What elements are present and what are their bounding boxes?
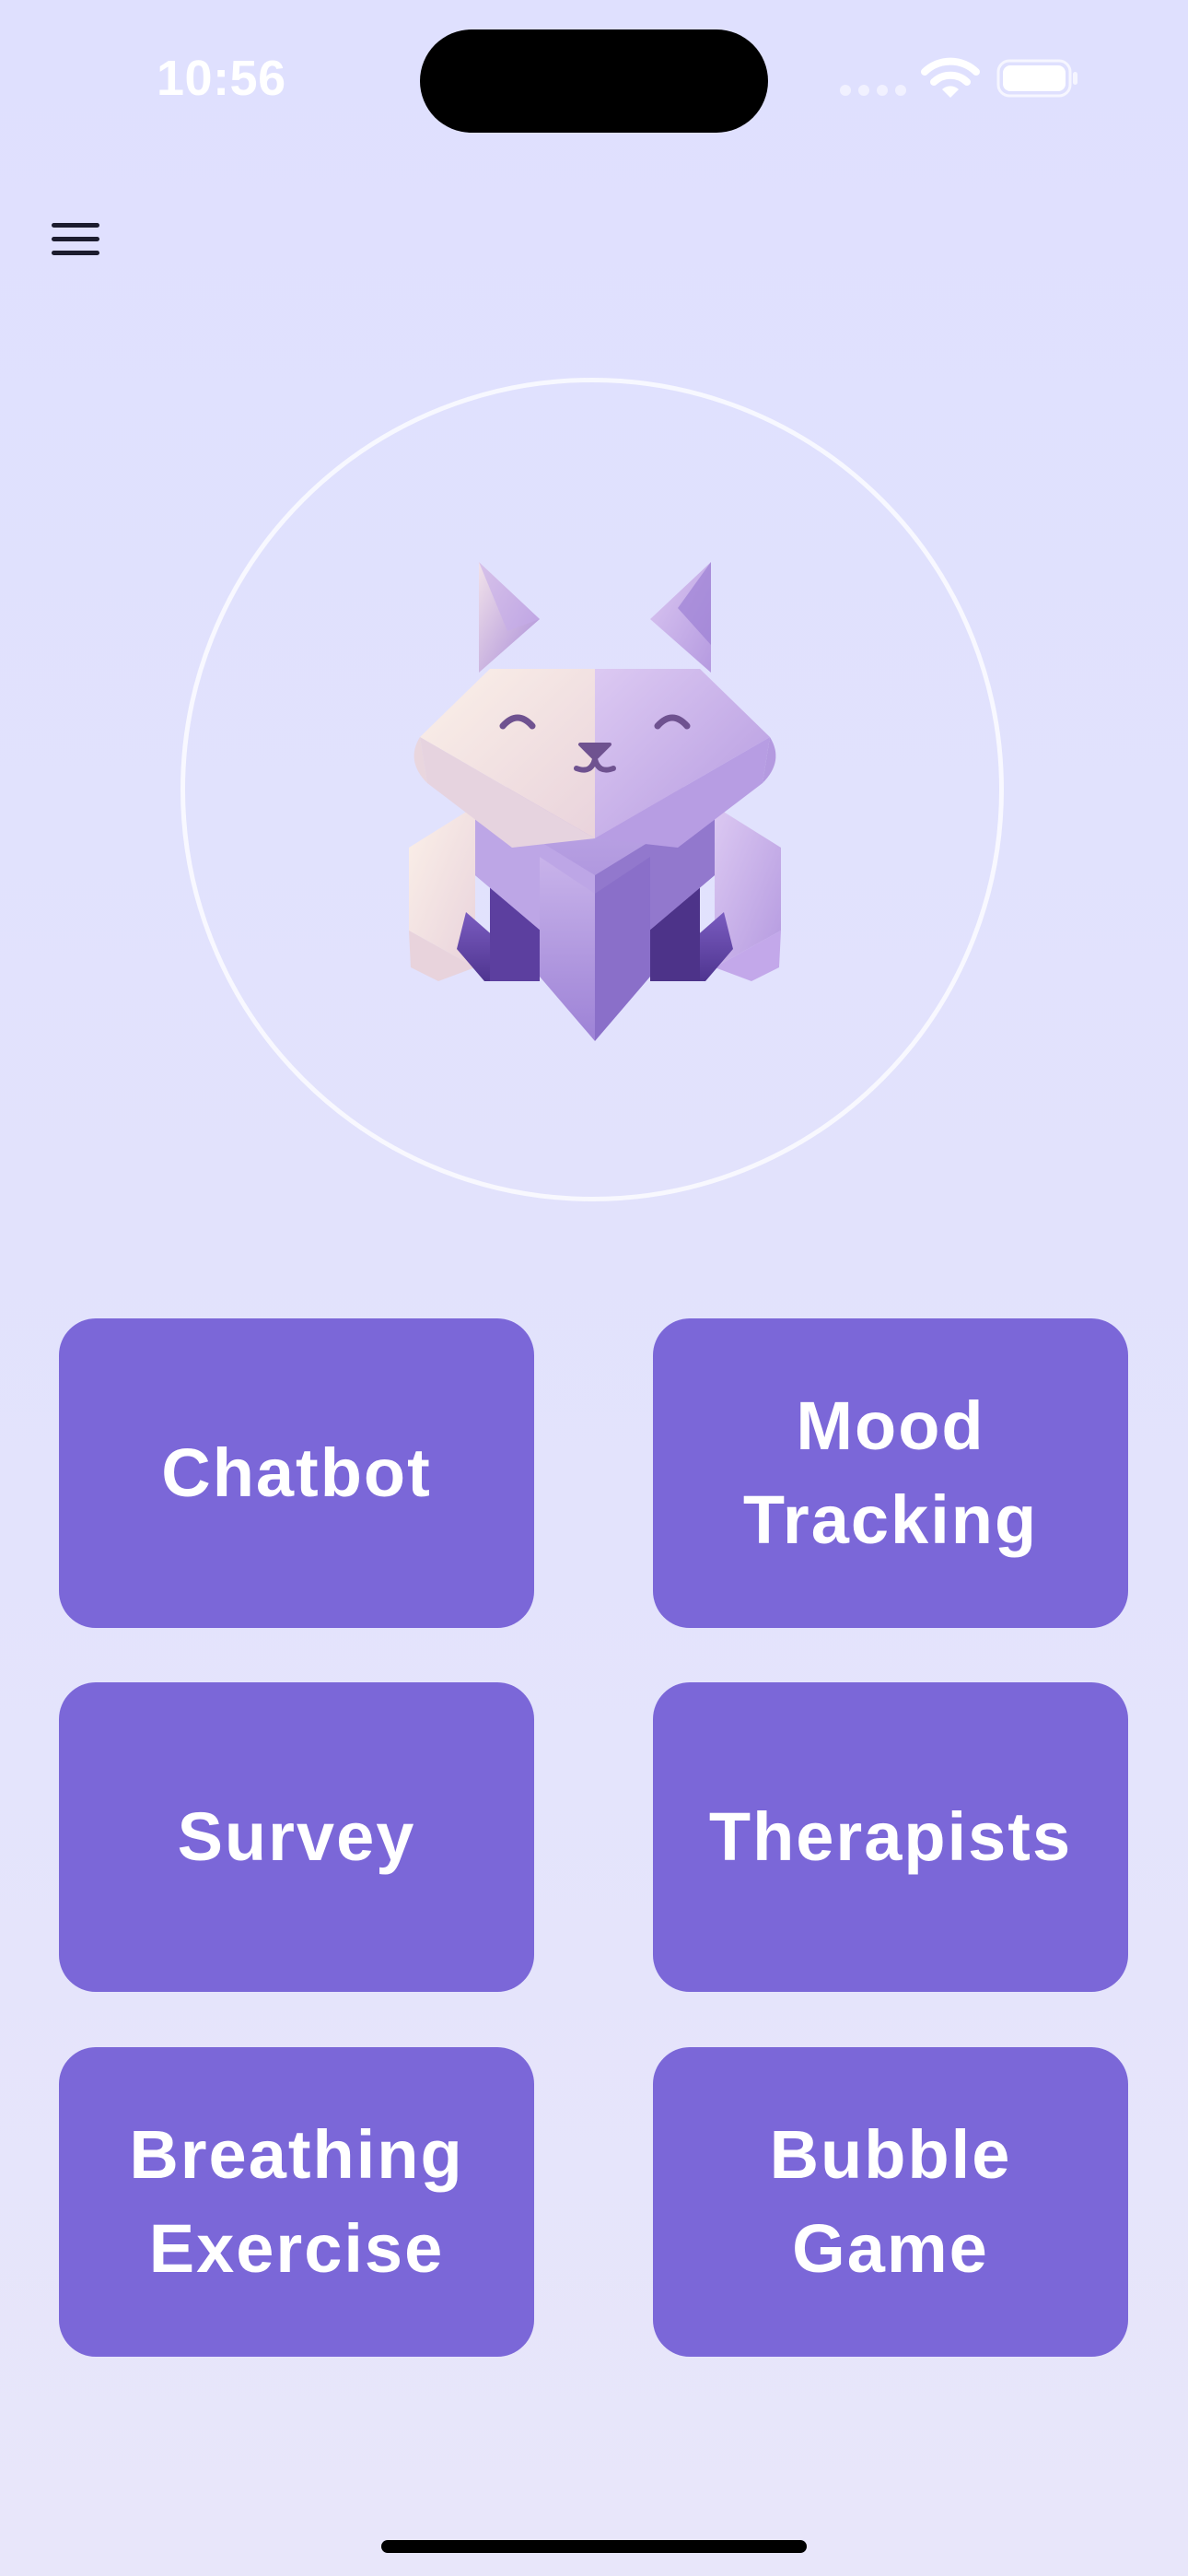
bubble-game-label: Bubble Game [769, 2116, 1012, 2287]
mood-tracking-label: Mood Tracking [742, 1388, 1039, 1558]
chatbot-button[interactable]: Chatbot [59, 1318, 534, 1628]
bubble-game-button[interactable]: Bubble Game [653, 2047, 1128, 2357]
breathing-exercise-label: Breathing Exercise [129, 2116, 464, 2287]
hamburger-menu-icon[interactable] [46, 214, 109, 265]
wifi-icon [921, 57, 980, 98]
survey-label: Survey [177, 1798, 416, 1875]
status-time: 10:56 [157, 51, 286, 106]
origami-cat-icon [409, 562, 781, 1041]
breathing-exercise-button[interactable]: Breathing Exercise [59, 2047, 534, 2357]
battery-icon [996, 59, 1077, 98]
home-indicator[interactable] [381, 2540, 807, 2553]
survey-button[interactable]: Survey [59, 1682, 534, 1992]
chatbot-label: Chatbot [161, 1434, 432, 1511]
therapists-label: Therapists [708, 1798, 1073, 1875]
mood-tracking-button[interactable]: Mood Tracking [653, 1318, 1128, 1628]
dynamic-island [420, 29, 768, 133]
cellular-signal-icon [840, 85, 906, 96]
therapists-button[interactable]: Therapists [653, 1682, 1128, 1992]
